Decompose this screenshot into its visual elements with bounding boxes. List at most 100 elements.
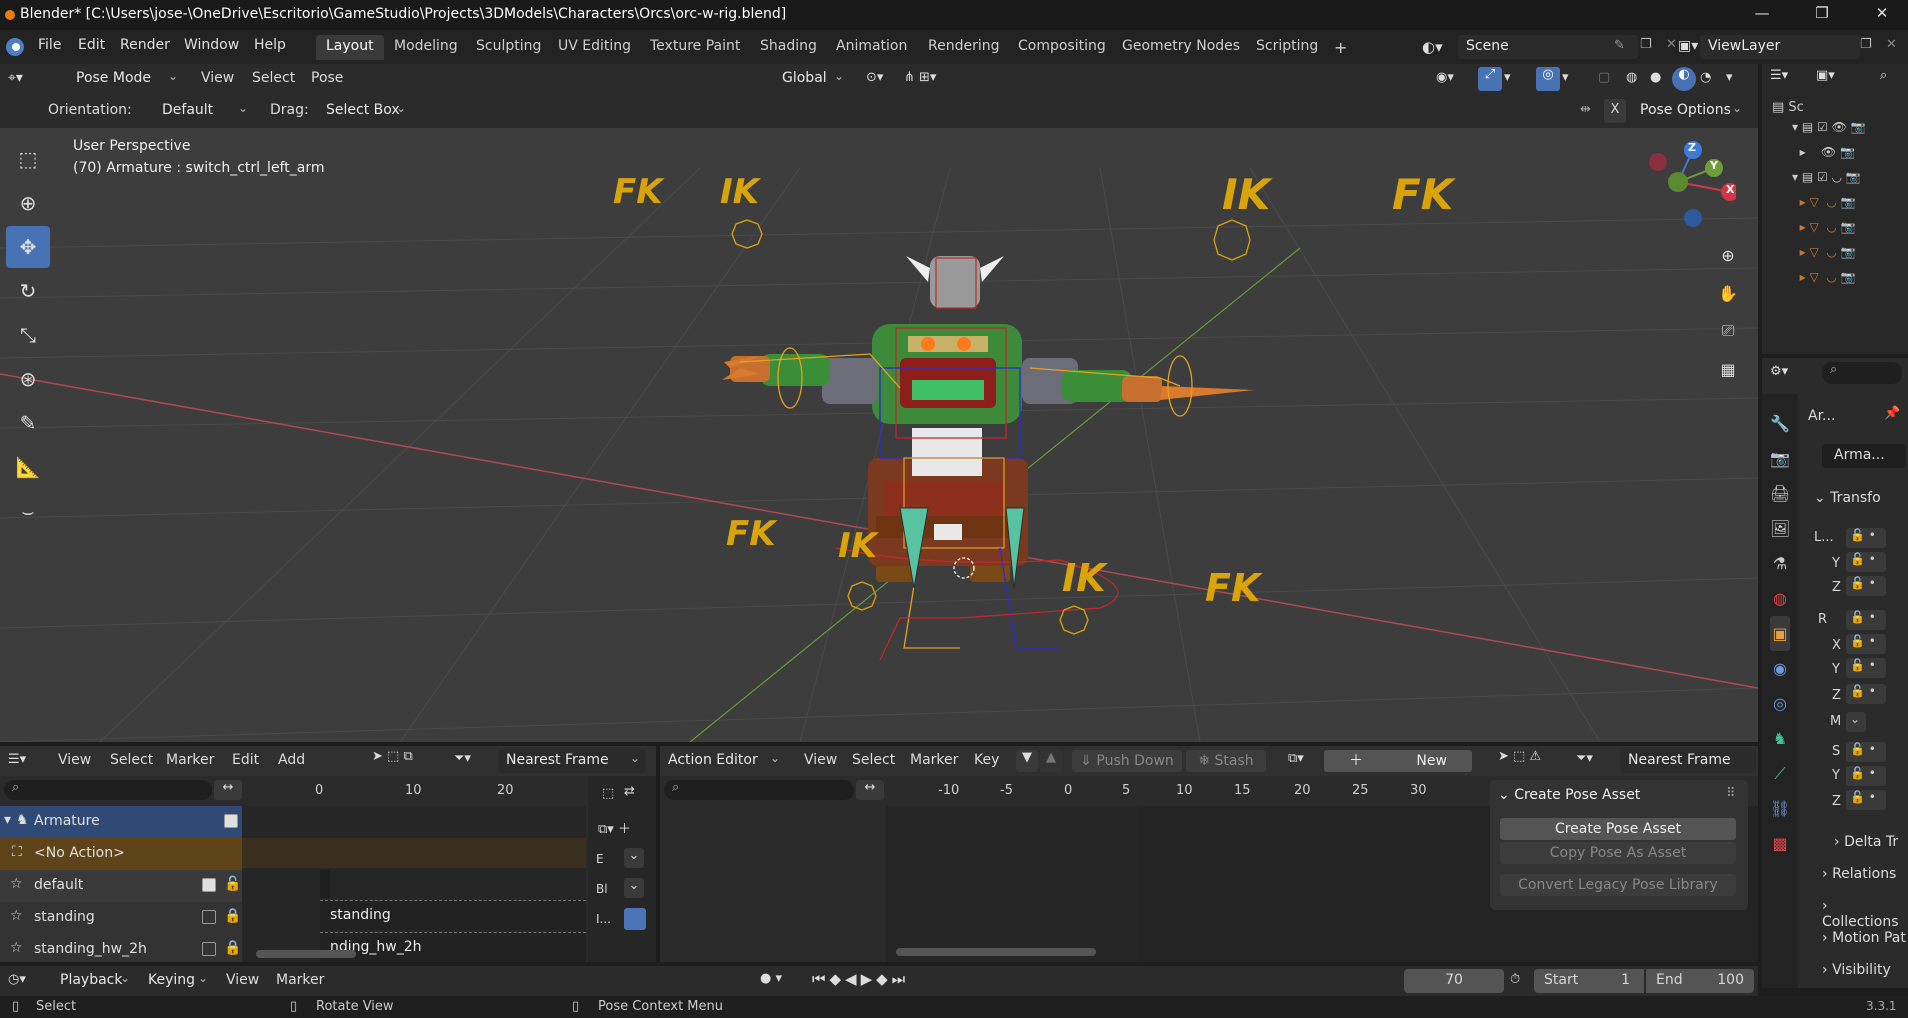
maximize-button[interactable]: ❐ [1802,4,1842,22]
editor-type-icon[interactable]: ⌖▾ [8,70,23,86]
ik-label-right-leg[interactable]: IK [1062,556,1106,600]
properties-editor-type-icon[interactable]: ⚙▾ [1770,364,1788,379]
playback-controls[interactable]: ⏮◆◀▶◆⏭ [812,970,909,988]
scene-selector-icon[interactable]: ◐▾ [1422,38,1443,56]
nla-editor-type-icon[interactable]: ☰▾ [8,752,26,767]
unlock-icon[interactable]: 🔓 [224,876,241,892]
lock-icon[interactable]: 🔓 • [1846,684,1886,704]
visibility-section[interactable]: › Visibility [1822,962,1891,978]
physics-tab-icon[interactable]: ◎ [1770,686,1790,721]
nla-default-strip[interactable] [320,870,330,898]
tab-layout[interactable]: Layout [316,35,384,60]
lock-icon[interactable]: 🔓 • [1846,742,1886,762]
tab-animation[interactable]: Animation [826,35,917,60]
viewport-menu-pose[interactable]: Pose [311,70,343,86]
new-action-button[interactable]: ＋ New [1324,750,1472,772]
scale-tool-icon[interactable]: ⤡ [6,314,50,356]
nla-search-input[interactable]: ⌕ [4,780,212,800]
lock-icon[interactable]: 🔓 • [1846,766,1886,786]
delta-transform-section[interactable]: › Delta Tr [1834,834,1898,850]
view-layer-field[interactable]: ViewLayer [1700,35,1860,59]
new-view-layer-icon[interactable]: ❐ [1860,37,1872,52]
add-workspace-button[interactable]: + [1324,35,1357,60]
action-editor[interactable]: Action Editor ⌄ View Select Marker Key ▼… [660,746,1758,962]
zoom-icon[interactable]: ⊕ [1713,240,1743,270]
collections-section[interactable]: › Collections [1822,898,1908,930]
drag-handle-icon[interactable]: ⠿ [1726,786,1736,801]
lock-icon[interactable]: 🔒 [224,940,241,956]
strip-add-icon[interactable]: ⧉▾ ＋ [598,818,631,837]
star-icon[interactable]: ☆ [10,940,23,956]
expand-icon[interactable]: ▾ [4,812,11,828]
nla-menu-marker[interactable]: Marker [166,752,214,768]
move-tool-icon[interactable]: ✥ [6,226,50,268]
tab-texture-paint[interactable]: Texture Paint [640,35,750,60]
shading-wireframe-icon[interactable]: ◍ [1626,70,1637,85]
pin-properties-icon[interactable]: 📌 [1884,406,1900,421]
motion-paths-section[interactable]: › Motion Pat [1822,930,1906,946]
menu-edit[interactable]: Edit [78,37,105,53]
channel-checkbox[interactable] [202,878,216,892]
nla-editor[interactable]: ☰▾ View Select Marker Edit Add ➤ ⬚ ⧉ ⏷▾ … [0,746,656,962]
nla-standing-strip[interactable]: standing [320,900,586,930]
outliner-display-mode-icon[interactable]: ▣▾ [1816,68,1835,83]
action-scrollbar[interactable] [896,948,1096,956]
tool-tab-icon[interactable]: 🔧 [1770,406,1790,441]
pivot-point-icon[interactable]: ⊙▾ [866,70,883,85]
perspective-grid-icon[interactable]: ▦ [1713,354,1743,384]
outliner-row[interactable]: ▸ ▽ ◡ 📷 [1792,195,1902,220]
new-scene-icon[interactable]: ❐ [1640,37,1652,52]
remove-scene-icon[interactable]: ✕ [1666,37,1677,52]
outliner-row[interactable]: ▸ ▽ ◡ 📷 [1792,245,1902,270]
close-window-button[interactable]: ✕ [1862,4,1902,22]
copy-pose-as-asset-button[interactable]: Copy Pose As Asset [1500,842,1736,864]
cursor-tool-icon[interactable]: ⊕ [6,182,50,224]
preview-range-icon[interactable]: ⏱ [1510,972,1520,987]
transform-tool-icon[interactable]: ⊛ [6,358,50,400]
nla-menu-view[interactable]: View [58,752,91,768]
shading-dropdown-icon[interactable]: ▾ [1726,70,1733,85]
timeline-menu-view[interactable]: View [226,972,259,988]
panel-header[interactable]: ⌄ Create Pose Asset [1498,787,1640,803]
color-swatch[interactable] [624,908,646,930]
transform-orientation-dropdown[interactable]: Global ⌄ [754,67,850,91]
armature-rig[interactable] [731,219,1251,661]
overlays-dropdown-icon[interactable]: ▾ [1562,70,1569,85]
keying-menu[interactable]: Keying ⌄ [140,969,214,993]
stash-button[interactable]: ❄ Stash [1186,750,1266,772]
start-frame-field[interactable]: Start 1 [1534,969,1644,993]
create-pose-asset-button[interactable]: Create Pose Asset [1500,818,1736,840]
shading-solid-icon[interactable]: ● [1650,70,1661,85]
drag-dropdown[interactable]: Select Box ⌄ [318,99,412,123]
pin-icon[interactable]: ✎ [1614,38,1625,53]
output-tab-icon[interactable]: 🖨 [1770,476,1790,511]
world-tab-icon[interactable]: ◍ [1770,581,1790,616]
bone-constraints-tab-icon[interactable]: ⛓ [1770,791,1790,826]
transform-section-header[interactable]: ⌄ Transfo [1814,490,1881,506]
lock-icon[interactable]: 🔓 • [1846,634,1886,654]
view-layer-selector-icon[interactable]: ▣▾ [1678,38,1698,54]
nla-filter-icon[interactable]: ⏷▾ [454,751,471,766]
fk-label-right-leg[interactable]: FK [1205,566,1260,610]
nla-menu-edit[interactable]: Edit [232,752,259,768]
menu-file[interactable]: File [38,37,61,53]
ik-label-left-arm[interactable]: IK [720,172,759,212]
push-down-button[interactable]: ⇓ Push Down [1072,750,1182,772]
pose-relax-tool-icon[interactable]: ⌣ [6,490,50,532]
pan-hand-icon[interactable]: ✋ [1713,278,1743,308]
outliner-search-icon[interactable]: ⌕ [1880,68,1887,83]
record-icon[interactable]: ● ▾ [760,971,782,986]
lock-icon[interactable]: 🔓 • [1846,576,1886,596]
x-mirror-toggle[interactable]: X [1604,99,1626,123]
playback-menu[interactable]: Playback ⌄ [52,969,136,993]
current-frame-field[interactable]: 70 [1404,969,1504,993]
viewport-menu-view[interactable]: View [201,70,234,86]
nla-select-tools-icon[interactable]: ➤ ⬚ ⧉ [372,749,413,764]
lock-icon[interactable]: 🔓 • [1846,790,1886,810]
measure-tool-icon[interactable]: 📐 [6,446,50,488]
tab-uv-editing[interactable]: UV Editing [548,35,641,60]
nla-scrollbar[interactable] [256,950,356,958]
pose-options-dropdown[interactable]: Pose Options ⌄ [1632,99,1748,123]
timeline-editor-type-icon[interactable]: ◷▾ [8,972,26,987]
bone-tab-icon[interactable]: ⟋ [1770,756,1790,791]
